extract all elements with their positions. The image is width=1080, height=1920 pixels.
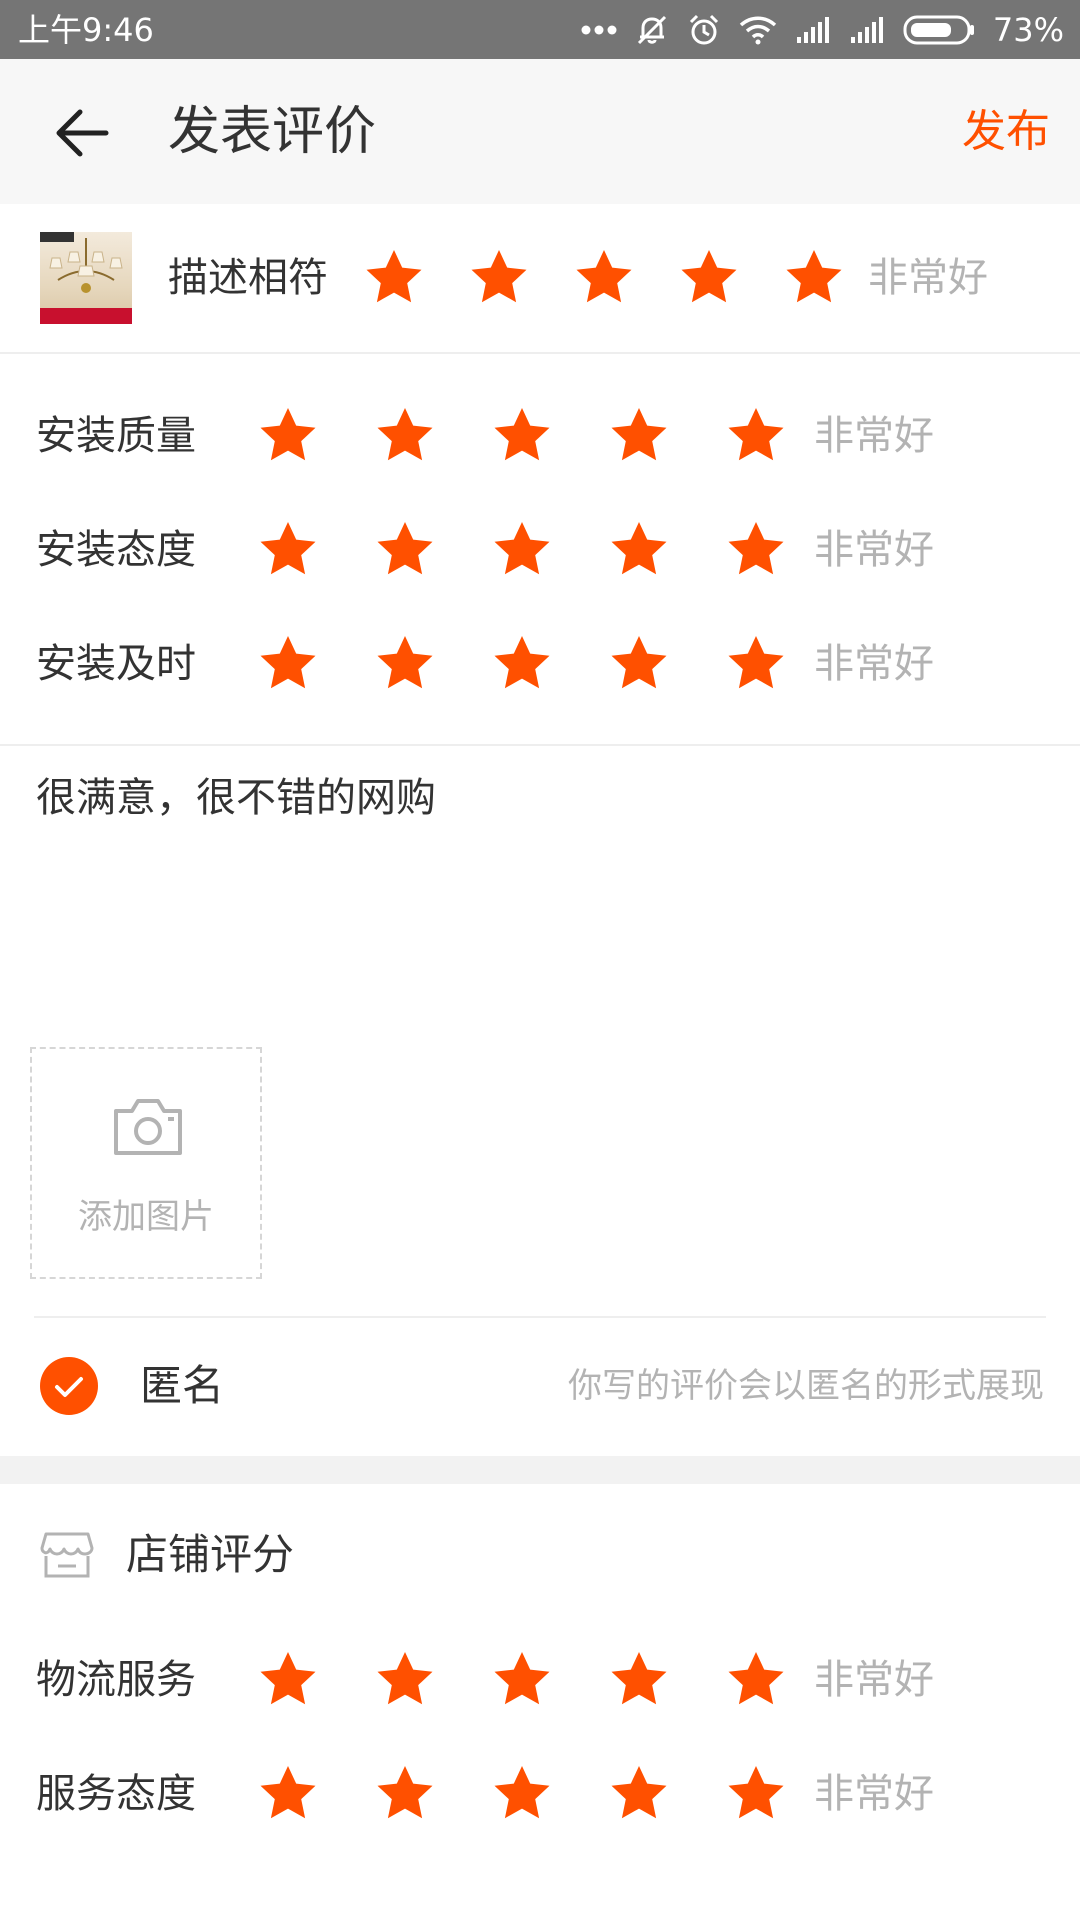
wifi-icon bbox=[739, 16, 777, 45]
publish-button[interactable]: 发布 bbox=[962, 97, 1050, 167]
star-icon[interactable] bbox=[492, 1764, 552, 1824]
review-textarea[interactable]: 很满意，很不错的网购 bbox=[36, 770, 436, 826]
star-icon[interactable] bbox=[492, 1650, 552, 1710]
add-photo-button[interactable]: 添加图片 bbox=[30, 1047, 262, 1279]
star-icon[interactable] bbox=[258, 634, 318, 694]
battery-icon bbox=[903, 15, 974, 45]
star-icon[interactable] bbox=[364, 248, 424, 308]
shop-icon bbox=[40, 1532, 94, 1578]
service-rating-label: 安装质量 bbox=[36, 413, 196, 459]
signal-icon bbox=[796, 17, 829, 43]
service-ratings: 安装质量 非常好 安装态度 非常好 安装及时 非常好 bbox=[0, 354, 1080, 746]
checkmark-icon bbox=[55, 1377, 83, 1397]
star-icon[interactable] bbox=[375, 406, 435, 466]
shop-rating-text: 非常好 bbox=[814, 1657, 934, 1703]
app-header: 发表评价 发布 bbox=[0, 59, 1080, 204]
star-icon[interactable] bbox=[258, 1650, 318, 1710]
back-arrow-icon[interactable] bbox=[52, 103, 112, 163]
add-photo-label: 添加图片 bbox=[78, 1197, 214, 1237]
star-icon[interactable] bbox=[726, 520, 786, 580]
service-rating-text: 非常好 bbox=[814, 527, 934, 573]
star-icon[interactable] bbox=[492, 634, 552, 694]
product-thumbnail bbox=[40, 232, 132, 324]
star-icon[interactable] bbox=[609, 634, 669, 694]
star-icon[interactable] bbox=[492, 520, 552, 580]
star-icon[interactable] bbox=[375, 1650, 435, 1710]
star-icon[interactable] bbox=[375, 520, 435, 580]
star-icon[interactable] bbox=[492, 406, 552, 466]
star-icon[interactable] bbox=[784, 248, 844, 308]
star-icon[interactable] bbox=[375, 634, 435, 694]
camera-icon bbox=[114, 1099, 182, 1155]
status-time: 上午9:46 bbox=[18, 11, 154, 49]
star-icon[interactable] bbox=[609, 406, 669, 466]
shop-rating-label: 物流服务 bbox=[36, 1657, 196, 1703]
mute-bell-icon bbox=[637, 15, 666, 45]
shop-rating-text: 非常好 bbox=[814, 1771, 934, 1817]
status-icons: 73% bbox=[581, 8, 1064, 52]
shop-rating-label: 服务态度 bbox=[36, 1771, 196, 1817]
star-icon[interactable] bbox=[258, 520, 318, 580]
service-rating-label: 安装态度 bbox=[36, 527, 196, 573]
star-icon[interactable] bbox=[609, 1764, 669, 1824]
star-icon[interactable] bbox=[609, 520, 669, 580]
star-icon[interactable] bbox=[726, 1764, 786, 1824]
thumb-promo-band bbox=[40, 308, 132, 324]
section-separator bbox=[0, 1456, 1080, 1484]
signal-icon-2 bbox=[850, 17, 883, 43]
service-rating-label: 安装及时 bbox=[36, 641, 196, 687]
star-icon[interactable] bbox=[469, 248, 529, 308]
page-title: 发表评价 bbox=[168, 102, 377, 162]
star-icon[interactable] bbox=[258, 1764, 318, 1824]
more-dots-icon bbox=[581, 25, 617, 35]
anonymous-checkbox[interactable] bbox=[40, 1357, 98, 1415]
product-rating-text: 非常好 bbox=[868, 255, 988, 301]
star-icon[interactable] bbox=[258, 406, 318, 466]
anonymous-hint: 你写的评价会以匿名的形式展现 bbox=[568, 1366, 1044, 1406]
star-icon[interactable] bbox=[726, 1650, 786, 1710]
anonymous-label[interactable]: 匿名 bbox=[140, 1358, 224, 1414]
star-icon[interactable] bbox=[679, 248, 739, 308]
star-icon[interactable] bbox=[726, 406, 786, 466]
star-icon[interactable] bbox=[375, 1764, 435, 1824]
divider bbox=[34, 1316, 1046, 1318]
product-rating-label: 描述相符 bbox=[168, 255, 328, 301]
service-rating-text: 非常好 bbox=[814, 413, 934, 459]
service-rating-text: 非常好 bbox=[814, 641, 934, 687]
product-rating-row: 描述相符 非常好 bbox=[0, 204, 1080, 354]
star-icon[interactable] bbox=[609, 1650, 669, 1710]
alarm-icon bbox=[689, 14, 718, 45]
star-icon[interactable] bbox=[726, 634, 786, 694]
battery-percent: 73% bbox=[992, 11, 1064, 49]
star-icon[interactable] bbox=[574, 248, 634, 308]
status-bar: 上午9:46 73% bbox=[0, 0, 1080, 59]
shop-rating-title: 店铺评分 bbox=[126, 1530, 295, 1579]
